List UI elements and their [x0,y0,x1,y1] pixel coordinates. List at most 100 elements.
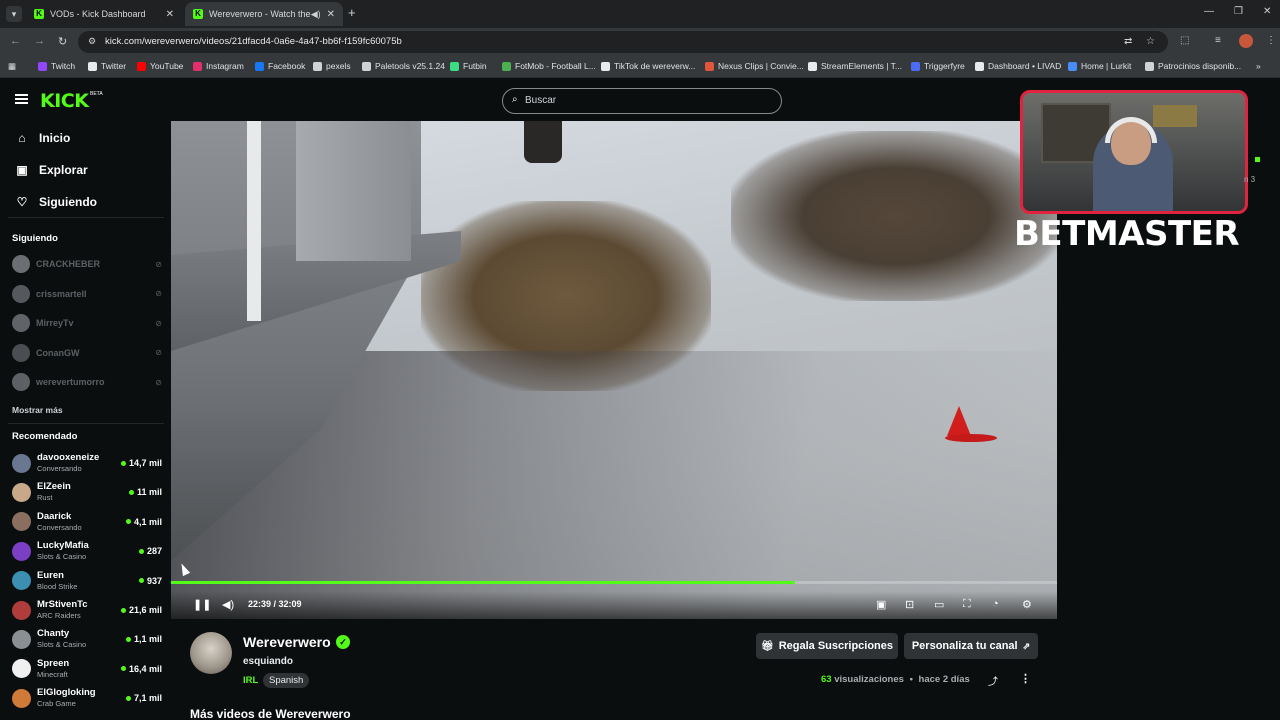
share-icon[interactable]: ⤴ [988,673,998,688]
bookmark-item[interactable]: TikTok de wereverw... [601,61,695,71]
playback-speed-icon[interactable]: ◔ [992,598,999,610]
following-item[interactable]: ConanGW ⊘ [12,343,162,362]
fullscreen-icon[interactable]: ⛶ [963,598,971,611]
cam-poster [1153,105,1197,127]
bookmark-label: Twitter [101,61,127,71]
bookmark-favicon-icon [193,61,202,71]
bookmark-item[interactable]: Facebook [255,61,305,71]
following-item[interactable]: CRACKHEBER ⊘ [12,255,162,273]
more-videos-heading: Más videos de Wereverwero [190,707,351,720]
back-icon[interactable]: ← [10,35,21,47]
bookmark-item[interactable]: Nexus Clips | Convie... [705,61,804,71]
theater-mode-icon[interactable]: ▭ [934,598,944,611]
tab-kick-dashboard[interactable]: K VODs - Kick Dashboard ✕ [26,2,182,26]
customize-channel-button[interactable]: Personaliza tu canal ⇗ [904,633,1038,659]
kick-logo[interactable]: KICK [40,90,89,112]
search-input[interactable]: ⌕ Buscar [502,88,782,114]
more-bookmarks-icon[interactable]: » [1256,61,1261,71]
category-link[interactable]: IRL [243,675,258,686]
bookmark-item[interactable]: StreamElements | T... [808,61,902,71]
clip-icon[interactable]: ⊡ [905,598,914,611]
new-tab-button[interactable]: + [348,6,356,20]
viewer-count: 937 [138,576,162,586]
recommended-item[interactable]: Chanty Slots & Casino 1,1 mil [12,626,162,652]
recommended-item[interactable]: Daarick Conversando 4,1 mil [12,509,162,535]
url-text[interactable]: kick.com/wereverwero/videos/21dfacd4-0a6… [105,36,402,47]
maximize-icon[interactable]: ❐ [1234,6,1243,17]
bookmark-item[interactable]: FotMob - Football L... [502,61,596,71]
apps-grid-icon[interactable]: ▦ [8,61,16,72]
more-options-icon[interactable]: ⋮ [1020,672,1031,685]
speaker-icon[interactable]: ◀) [311,9,321,20]
bookmark-label: pexels [326,61,351,71]
show-more-link[interactable]: Mostrar más [12,405,63,415]
bookmark-item[interactable]: pexels [313,61,351,71]
recommended-item[interactable]: Spreen Minecraft 16,4 mil [12,656,162,682]
following-item[interactable]: MirreyTv ⊘ [12,314,162,332]
bookmark-label: Facebook [268,61,306,71]
bookmark-item[interactable]: Patrocinios disponib... [1145,61,1241,71]
bookmark-item[interactable]: Dashboard • LIVAD [975,61,1061,71]
recommended-name: Euren [37,569,64,581]
translate-icon[interactable]: ⇄ [1124,36,1132,47]
close-window-icon[interactable]: ✕ [1263,6,1271,17]
stats-separator: • [909,674,913,685]
customize-label: Personaliza tu canal [911,640,1018,652]
pause-icon[interactable]: ❚❚ [193,598,211,611]
recommended-category: Conversando [37,464,82,473]
volume-icon[interactable]: ◀) [222,598,234,611]
site-info-icon[interactable]: ⚙ [88,36,96,47]
viewer-count: 1,1 mil [125,634,162,644]
recommended-item[interactable]: LuckyMafia Slots & Casino 287 [12,538,162,564]
close-tab-icon[interactable]: ✕ [166,9,174,20]
following-item[interactable]: crissmartell ⊘ [12,284,162,303]
bookmark-star-icon[interactable]: ☆ [1146,36,1155,47]
live-dot [125,519,131,525]
omnibox[interactable]: ⚙ kick.com/wereverwero/videos/21dfacd4-0… [78,31,1168,53]
profile-avatar[interactable] [1239,34,1253,48]
close-tab-icon[interactable]: ✕ [327,9,335,20]
browser-window: ▾ K VODs - Kick Dashboard ✕ K Wereverwer… [0,0,1280,720]
browser-menu-icon[interactable]: ⋮ [1266,35,1276,46]
channel-avatar[interactable] [190,632,232,674]
offline-icon: ⊘ [155,318,162,328]
bookmark-item[interactable]: Futbin [450,61,487,71]
beta-badge: BETA [90,91,103,97]
menu-icon[interactable] [15,94,28,104]
progress-bar[interactable] [171,581,1057,584]
settings-gear-icon[interactable]: ⚙ [1022,598,1032,611]
gift-subs-button[interactable]: 🎁︎ Regala Suscripciones [756,633,898,659]
media-controls-icon[interactable]: ≡ [1215,35,1221,46]
nav-inicio[interactable]: ⌂ Inicio [15,131,70,145]
miniplayer-icon[interactable]: ▣ [876,598,886,611]
channel-name[interactable]: Wereverwero [243,634,331,650]
following-item[interactable]: werevertumorro ⊘ [12,373,162,391]
recommended-item[interactable]: MrStivenTc ARC Raiders 21,6 mil [12,597,162,623]
bookmark-item[interactable]: YouTube [137,61,183,71]
tab-search-button[interactable]: ▾ [6,6,22,22]
video-player[interactable]: ❚❚ ◀) 22:39 / 32:09 ▣ ⊡ ▭ ⛶ ◔ ⚙ [171,121,1057,619]
recommended-text: Euren Blood Strike [37,570,139,592]
bookmark-favicon-icon [137,61,146,71]
bookmark-item[interactable]: Paletools v25.1.24 [362,61,445,71]
bookmark-item[interactable]: Triggerfyre [911,61,965,71]
bookmark-item[interactable]: Instagram [193,61,244,71]
offline-icon: ⊘ [155,377,162,387]
recommended-item[interactable]: ElGlogloking Crab Game 7,1 mil [12,685,162,711]
nav-explorar[interactable]: ▣ Explorar [15,163,88,177]
tab-wereverwero[interactable]: K Wereverwero - Watch the V ◀) ✕ [185,2,343,26]
forward-icon[interactable]: → [34,35,45,47]
language-tag[interactable]: Spanish [263,673,310,688]
bookmark-item[interactable]: Twitch [38,61,75,71]
recommended-item[interactable]: ElZeein Rust 11 mil [12,479,162,505]
bookmark-item[interactable]: Home | Lurkit [1068,61,1131,71]
minimize-icon[interactable]: — [1204,6,1214,17]
nav-label: Explorar [39,163,88,177]
nav-siguiendo[interactable]: ♡ Siguiendo [15,195,97,209]
recommended-item[interactable]: davooxeneize Conversando 14,7 mil [12,450,162,476]
bookmark-item[interactable]: Twitter [88,61,126,71]
gift-icon: 🎁︎ [760,640,774,652]
reload-icon[interactable]: ↻ [58,35,67,48]
extensions-icon[interactable]: ⬚ [1180,35,1189,46]
recommended-item[interactable]: Euren Blood Strike 937 [12,568,162,594]
